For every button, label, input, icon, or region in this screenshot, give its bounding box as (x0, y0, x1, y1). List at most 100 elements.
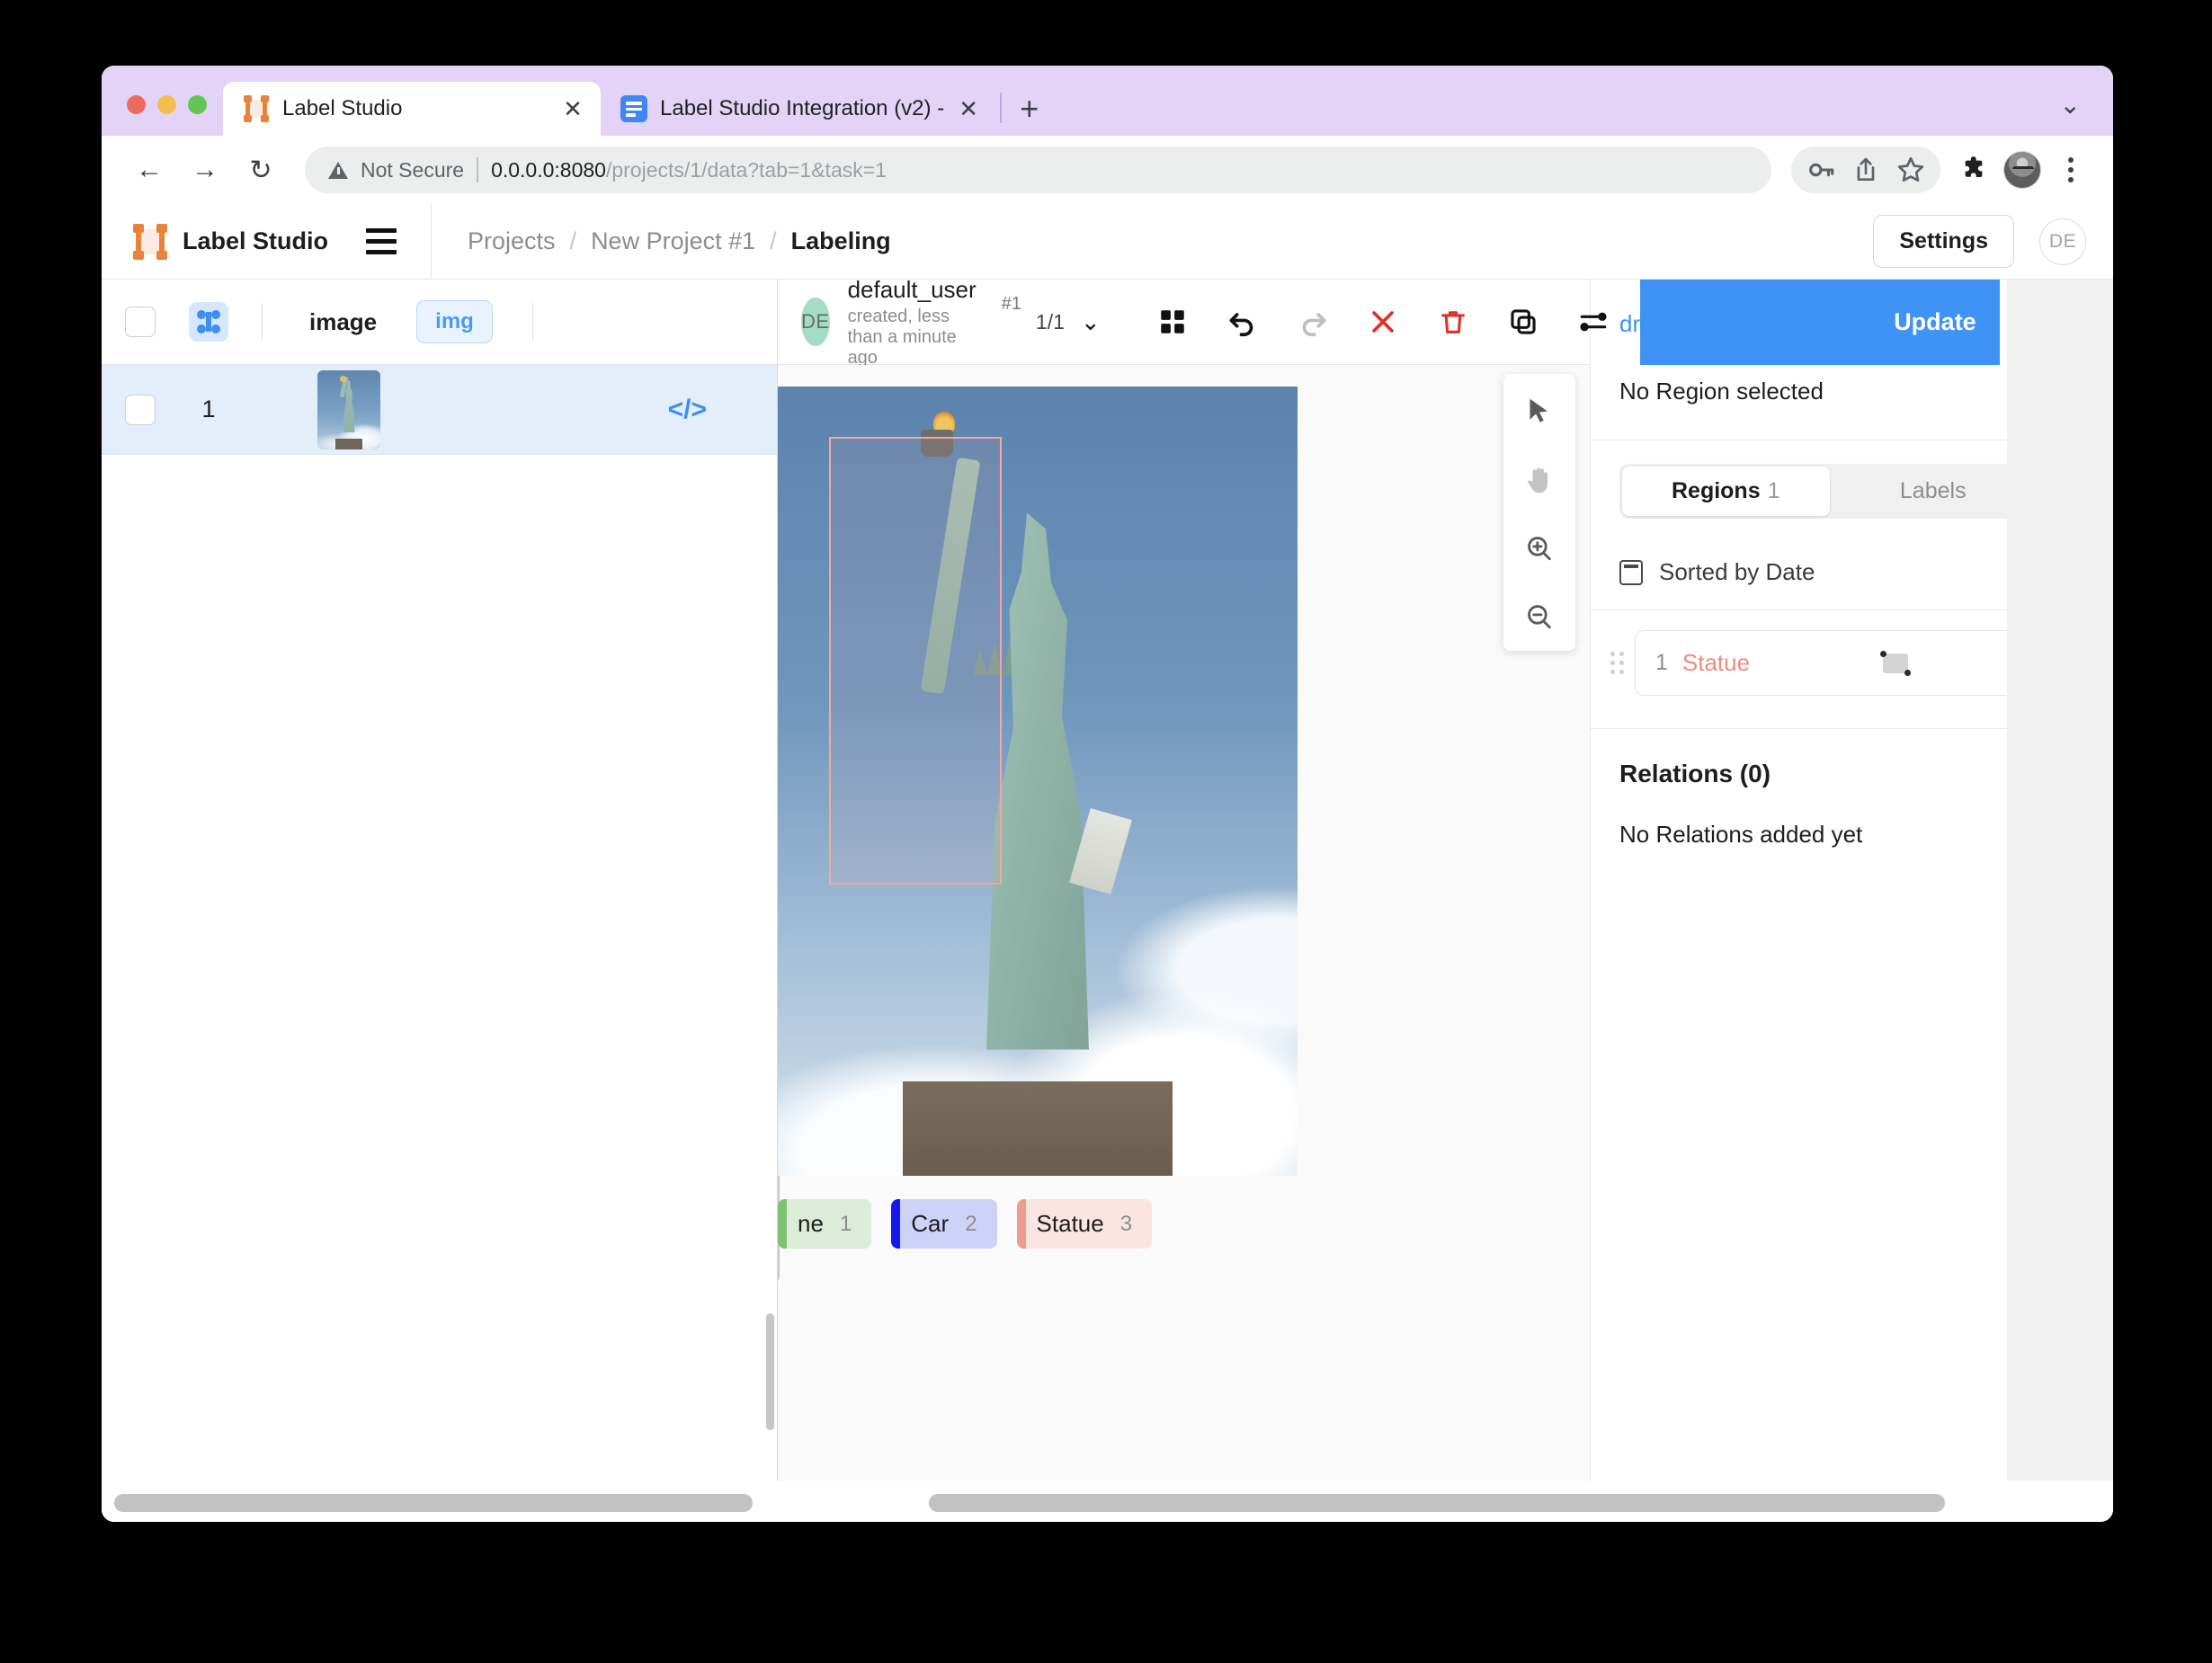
bounding-box-icon (189, 302, 228, 342)
menu-kebab-icon[interactable] (2048, 147, 2093, 192)
share-icon[interactable] (1843, 147, 1888, 192)
breadcrumb-separator: / (569, 227, 577, 254)
tab-strip-right: ⌄ (2060, 93, 2113, 136)
breadcrumb-item-labeling: Labeling (790, 227, 891, 254)
settings-button[interactable]: Settings (1873, 215, 2014, 268)
reject-icon[interactable] (1363, 302, 1403, 342)
address-bar[interactable]: Not Secure 0.0.0.0:8080/projects/1/data?… (305, 147, 1771, 193)
data-table-header: image img (102, 280, 777, 365)
annotation-status: created, less than a minute ago (847, 306, 957, 368)
column-type-badge: img (416, 300, 493, 343)
reload-button[interactable]: ↻ (236, 146, 285, 194)
tab-regions[interactable]: Regions 1 (1622, 467, 1830, 516)
label-buttons: ne 1 Car 2 Statue 3 (778, 1199, 1153, 1249)
row-id: 1 (201, 396, 216, 422)
region-label: Statue (1681, 649, 1751, 676)
tab-regions-label: Regions (1671, 478, 1761, 503)
browser-tab-label-studio[interactable]: Label Studio ✕ (223, 82, 601, 136)
grid-view-icon[interactable] (1153, 302, 1192, 342)
chevron-down-icon[interactable]: ⌄ (1081, 308, 1101, 336)
header-actions: Settings DE (1873, 215, 2086, 268)
app-header: Label Studio Projects / New Project #1 /… (102, 203, 2113, 280)
annotator-name: default_user (847, 275, 977, 303)
annotation-column-icon-cell (156, 302, 262, 342)
label-button-statue[interactable]: Statue 3 (1016, 1199, 1153, 1249)
key-icon[interactable] (1798, 147, 1843, 192)
bounding-box-region[interactable] (829, 437, 1002, 885)
main-horizontal-scrollbar[interactable] (929, 1494, 1945, 1512)
security-status-label: Not Secure (361, 157, 465, 182)
pointer-tool-icon[interactable] (1516, 388, 1563, 435)
browser-tab-strip: Label Studio ✕ Label Studio Integration … (102, 66, 2113, 136)
forward-button[interactable]: → (181, 146, 229, 194)
breadcrumb: Projects / New Project #1 / Labeling (468, 227, 891, 255)
right-gutter (2007, 280, 2113, 1522)
label-hotkey: 3 (1119, 1211, 1133, 1236)
statue-pedestal (902, 1081, 1173, 1176)
chevron-down-icon[interactable]: ⌄ (2060, 91, 2081, 119)
task-thumbnail[interactable] (317, 369, 380, 449)
delete-icon[interactable] (1433, 302, 1473, 342)
new-tab-button[interactable]: + (1020, 93, 1039, 125)
extensions-icon[interactable] (1951, 147, 1996, 192)
header-divider (431, 203, 432, 280)
task-list-horizontal-scrollbar[interactable] (114, 1494, 753, 1512)
pan-tool-icon[interactable] (1516, 457, 1563, 503)
image-canvas[interactable]: ne 1 Car 2 Statue 3 (778, 365, 1590, 1522)
close-tab-icon[interactable]: ✕ (561, 97, 584, 120)
omnibox-actions (1791, 147, 2093, 193)
app-brand[interactable]: Label Studio (132, 223, 328, 260)
close-window-button[interactable] (127, 95, 146, 114)
tab-title: Label Studio Integration (v2) - (660, 96, 945, 120)
label-studio-logo-icon (132, 223, 168, 260)
label-hotkey: 2 (965, 1211, 977, 1236)
annotator-info: default_user created, less than a minute… (848, 276, 977, 369)
view-json-icon[interactable]: </> (668, 395, 707, 425)
column-divider (262, 303, 263, 341)
zoom-out-tool-icon[interactable] (1516, 593, 1563, 640)
annotation-pager: 1/1 (1035, 309, 1065, 333)
window-traffic-lights (102, 95, 223, 136)
url-text: 0.0.0.0:8080/projects/1/data?tab=1&task=… (491, 158, 887, 182)
column-header-image[interactable]: image (309, 308, 377, 336)
settings-sliders-icon[interactable] (1574, 302, 1613, 342)
tab-labels[interactable]: Labels (1830, 467, 2038, 516)
copy-annotation-icon[interactable] (1503, 302, 1543, 342)
tab-regions-count: 1 (1767, 478, 1780, 503)
select-all-checkbox[interactable] (125, 307, 156, 337)
breadcrumb-item-project[interactable]: New Project #1 (591, 227, 755, 255)
label-button-green[interactable]: ne 1 (778, 1199, 872, 1249)
hamburger-menu-icon[interactable] (366, 228, 397, 254)
close-tab-icon[interactable]: ✕ (957, 97, 980, 120)
labeling-pane: DE default_user created, less than a min… (778, 276, 2000, 1522)
window-scrollbars (102, 1481, 2113, 1522)
browser-tab-integration-doc[interactable]: Label Studio Integration (v2) - ✕ (601, 82, 996, 136)
zoom-in-tool-icon[interactable] (1516, 525, 1563, 572)
label-studio-icon (243, 95, 270, 122)
breadcrumb-item-projects[interactable]: Projects (468, 227, 556, 255)
maximize-window-button[interactable] (188, 95, 207, 114)
sort-label: Sorted by Date (1659, 558, 1815, 585)
sort-icon (1619, 559, 1643, 585)
update-button[interactable]: Update (1639, 279, 2000, 365)
label-button-car[interactable]: Car 2 (891, 1199, 997, 1249)
task-list-vertical-scrollbar[interactable] (766, 1313, 774, 1430)
browser-window: Label Studio ✕ Label Studio Integration … (102, 66, 2113, 1522)
back-button[interactable]: ← (125, 146, 174, 194)
table-row[interactable]: 1 </> (102, 365, 777, 455)
user-avatar[interactable]: DE (2039, 218, 2086, 265)
row-checkbox[interactable] (125, 394, 156, 425)
tab-divider (1000, 93, 1003, 123)
profile-avatar[interactable] (2000, 147, 2045, 192)
address-divider (477, 157, 479, 182)
label-name: Statue (1036, 1210, 1104, 1237)
tab-title: Label Studio (282, 96, 403, 120)
rectangle-icon (1879, 650, 1911, 676)
annotation-image[interactable] (778, 387, 1298, 1176)
redo-icon[interactable] (1293, 302, 1333, 342)
drag-handle-icon[interactable] (1610, 652, 1624, 674)
star-icon[interactable] (1888, 147, 1933, 192)
minimize-window-button[interactable] (157, 95, 176, 114)
undo-icon[interactable] (1223, 302, 1262, 342)
task-list-pane: image img 1 </> (102, 280, 778, 1522)
